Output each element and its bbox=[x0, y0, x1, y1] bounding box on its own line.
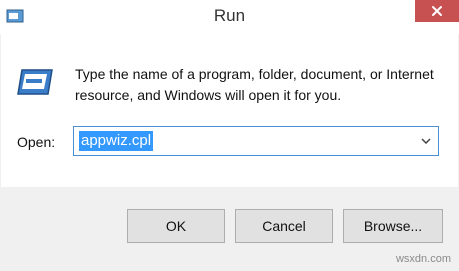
instruction-text: Type the name of a program, folder, docu… bbox=[75, 66, 434, 103]
dialog-body bbox=[1, 34, 458, 187]
window-title: Run bbox=[213, 6, 246, 25]
close-icon bbox=[432, 6, 442, 16]
open-label-text: Open: bbox=[17, 134, 56, 150]
run-dialog-icon bbox=[17, 69, 53, 95]
dropdown-button[interactable] bbox=[416, 127, 436, 155]
watermark: wsxdn.com bbox=[395, 253, 451, 265]
open-combobox[interactable]: appwiz.cpl bbox=[73, 126, 439, 156]
ok-button[interactable]: OK bbox=[127, 209, 225, 243]
open-input[interactable]: appwiz.cpl bbox=[79, 131, 154, 151]
browse-button[interactable]: Browse... bbox=[343, 209, 443, 243]
title-bar: Run bbox=[0, 0, 459, 34]
cancel-button[interactable]: Cancel bbox=[235, 209, 333, 243]
chevron-down-icon bbox=[421, 138, 431, 144]
close-button[interactable] bbox=[415, 0, 459, 22]
open-label: Open: bbox=[17, 134, 55, 150]
